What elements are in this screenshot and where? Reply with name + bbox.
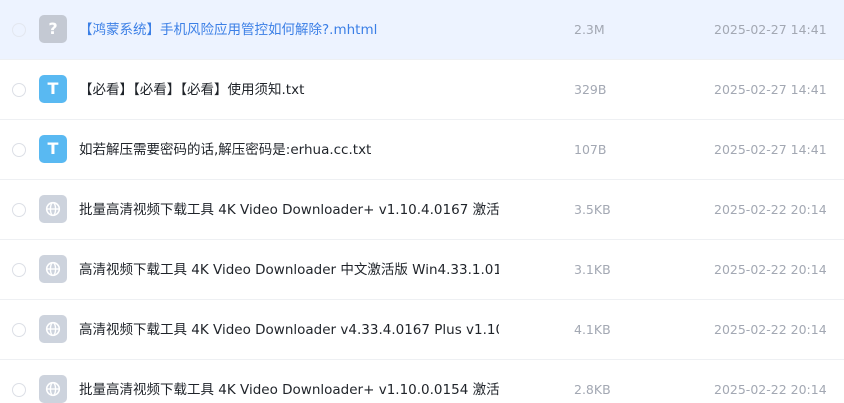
- file-name[interactable]: 如若解压需要密码的话,解压密码是:erhua.cc.txt: [79, 120, 499, 180]
- file-name[interactable]: 批量高清视频下载工具 4K Video Downloader+ v1.10.4.…: [79, 180, 499, 240]
- row-checkbox[interactable]: [12, 143, 26, 157]
- globe-icon: [45, 321, 61, 337]
- globe-icon: [45, 381, 61, 397]
- globe-icon: [45, 261, 61, 277]
- file-size: 3.5KB: [574, 202, 611, 217]
- file-name[interactable]: 高清视频下载工具 4K Video Downloader v4.33.4.016…: [79, 300, 499, 360]
- file-row[interactable]: T 【必看】【必看】【必看】使用须知.txt 329B 2025-02-27 1…: [0, 60, 844, 120]
- file-size: 107B: [574, 142, 607, 157]
- web-file-icon: [39, 195, 67, 223]
- file-row[interactable]: T 如若解压需要密码的话,解压密码是:erhua.cc.txt 107B 202…: [0, 120, 844, 180]
- file-date: 2025-02-22 20:14: [714, 382, 827, 397]
- file-row[interactable]: 高清视频下载工具 4K Video Downloader 中文激活版 Win4.…: [0, 240, 844, 300]
- file-size: 4.1KB: [574, 322, 611, 337]
- file-date: 2025-02-22 20:14: [714, 262, 827, 277]
- web-file-icon: [39, 315, 67, 343]
- row-checkbox[interactable]: [12, 263, 26, 277]
- file-list: ? 【鸿蒙系统】手机风险应用管控如何解除?.mhtml 2.3M 2025-02…: [0, 0, 844, 403]
- file-name[interactable]: 批量高清视频下载工具 4K Video Downloader+ v1.10.0.…: [79, 360, 499, 403]
- row-checkbox[interactable]: [12, 323, 26, 337]
- file-name[interactable]: 【鸿蒙系统】手机风险应用管控如何解除?.mhtml: [79, 0, 499, 60]
- file-row[interactable]: 批量高清视频下载工具 4K Video Downloader+ v1.10.0.…: [0, 360, 844, 403]
- file-date: 2025-02-27 14:41: [714, 142, 827, 157]
- file-row[interactable]: 批量高清视频下载工具 4K Video Downloader+ v1.10.4.…: [0, 180, 844, 240]
- text-file-icon: T: [39, 135, 67, 163]
- text-file-icon: T: [39, 75, 67, 103]
- file-row[interactable]: ? 【鸿蒙系统】手机风险应用管控如何解除?.mhtml 2.3M 2025-02…: [0, 0, 844, 60]
- file-size: 329B: [574, 82, 607, 97]
- file-date: 2025-02-27 14:41: [714, 82, 827, 97]
- web-file-icon: [39, 255, 67, 283]
- file-size: 2.3M: [574, 22, 605, 37]
- globe-icon: [45, 201, 61, 217]
- unknown-file-icon: ?: [39, 15, 67, 43]
- file-size: 2.8KB: [574, 382, 611, 397]
- file-name[interactable]: 【必看】【必看】【必看】使用须知.txt: [79, 60, 499, 120]
- file-size: 3.1KB: [574, 262, 611, 277]
- web-file-icon: [39, 375, 67, 403]
- file-row[interactable]: 高清视频下载工具 4K Video Downloader v4.33.4.016…: [0, 300, 844, 360]
- row-checkbox[interactable]: [12, 83, 26, 97]
- file-name[interactable]: 高清视频下载工具 4K Video Downloader 中文激活版 Win4.…: [79, 240, 499, 300]
- row-checkbox[interactable]: [12, 203, 26, 217]
- file-date: 2025-02-22 20:14: [714, 322, 827, 337]
- row-checkbox[interactable]: [12, 23, 26, 37]
- row-checkbox[interactable]: [12, 383, 26, 397]
- file-date: 2025-02-22 20:14: [714, 202, 827, 217]
- file-date: 2025-02-27 14:41: [714, 22, 827, 37]
